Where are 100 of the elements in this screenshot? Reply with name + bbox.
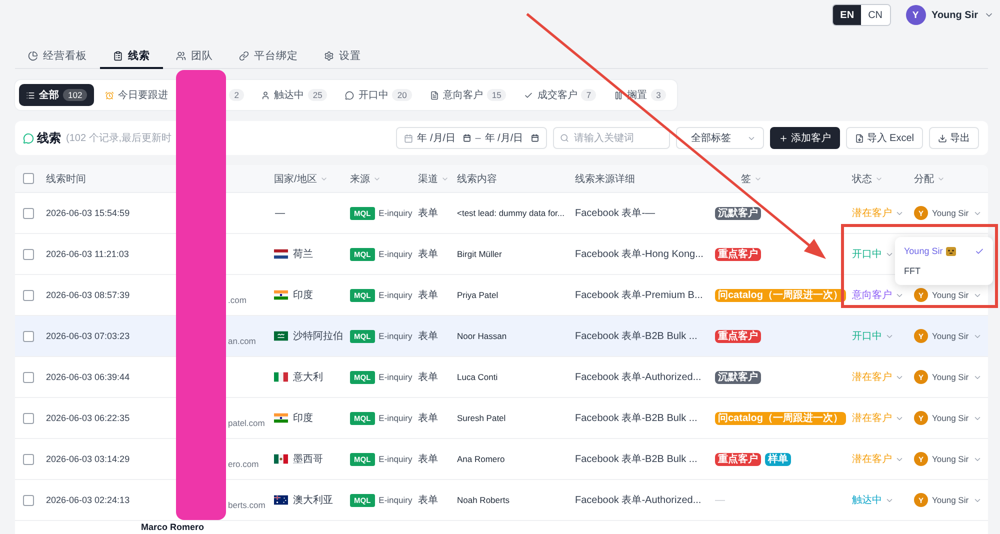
table-cell-text: <test lead: dummy data for... — [456, 208, 564, 218]
tag-select[interactable]: 全部标签 — [676, 127, 764, 149]
table-cell-text: 2026-06-03 07:03:23 — [45, 331, 130, 341]
action-button[interactable]: 导入 Excel — [846, 127, 923, 149]
search-icon — [560, 134, 569, 142]
table-cell-text: 表单 — [417, 412, 438, 425]
table-cell-text: Facebook 表单-B2B Bulk ... — [574, 330, 698, 343]
checkbox[interactable] — [23, 372, 34, 382]
chat-bubble-icon — [23, 132, 34, 144]
download-icon — [938, 134, 947, 142]
count-badge: 15 — [486, 89, 506, 101]
column-header[interactable]: 渠道 — [418, 172, 449, 186]
filter-tab[interactable]: 开口中 20 — [338, 84, 419, 106]
action-button[interactable]: 添加客户 — [770, 127, 840, 149]
table-cell-text: Facebook 表单-Authorized... — [574, 370, 702, 384]
plus-icon — [778, 134, 788, 142]
tag-badge: 重点客户 — [715, 330, 761, 342]
nav-tab[interactable]: 平台绑定 — [226, 44, 311, 69]
file-icon — [854, 134, 864, 142]
contact-name: Marco Romero — [140, 521, 204, 534]
country-name: 沙特阿拉伯 — [293, 330, 343, 343]
check-icon — [524, 90, 534, 100]
contact-email: patel.com — [228, 418, 265, 428]
date-input[interactable]: 年 /月/日 — [484, 132, 527, 144]
language-option[interactable]: EN — [833, 5, 862, 25]
search-field[interactable]: 请输入关键词 — [552, 127, 670, 149]
source-text: E-inquiry — [378, 249, 412, 259]
column-header[interactable]: 国家/地区 — [274, 172, 328, 186]
country-name: 墨西哥 — [293, 453, 323, 466]
tag-badge: 问catalog（一周跟进一次） — [715, 288, 846, 302]
table-cell-text: 2026-06-03 11:21:03 — [45, 249, 129, 259]
user-menu[interactable]: Y Young Sir — [906, 5, 994, 25]
filter-tab[interactable]: 全部 102 — [19, 84, 94, 106]
count-badge: 7 — [581, 89, 596, 101]
contact-email: ero.com — [228, 459, 259, 469]
table-cell-text: 2026-06-03 03:14:29 — [45, 454, 130, 464]
checkbox[interactable] — [23, 248, 34, 260]
filter-tab[interactable]: 触达中 25 — [254, 84, 334, 106]
checkbox[interactable] — [23, 412, 34, 424]
record-count-text: (102 个记录,最后更新时 — [66, 132, 172, 145]
nav-tab[interactable]: 经营看板 — [15, 44, 100, 69]
table-cell-text: 表单 — [417, 494, 438, 507]
checkbox[interactable] — [23, 290, 34, 300]
filter-tab[interactable]: 意向客户 15 — [422, 84, 514, 106]
contact-email: an.com — [228, 336, 256, 346]
table-cell-text: Ana Romero — [456, 454, 505, 464]
users-icon — [176, 50, 186, 60]
contact-email: .com — [228, 295, 246, 305]
status-dropdown[interactable]: 意向客户 — [852, 288, 904, 302]
column-header[interactable]: 签 — [741, 172, 762, 186]
tag-badge: 沉默客户 — [715, 206, 761, 220]
calendar-icon — [404, 134, 414, 142]
check-icon — [975, 246, 984, 256]
tag-badge: 样单 — [765, 452, 791, 466]
checkbox[interactable] — [23, 173, 34, 184]
user-icon — [260, 90, 270, 100]
column-header[interactable]: 分配 — [914, 172, 945, 186]
range-separator: – — [475, 132, 481, 144]
source-text: E-inquiry — [378, 290, 412, 300]
country-name: 意大利 — [293, 370, 323, 384]
menu-option[interactable]: Young Sir — [895, 241, 993, 261]
table-cell-text: 表单 — [417, 452, 438, 466]
country-name: 印度 — [293, 288, 313, 302]
country-name: 荷兰 — [293, 248, 313, 261]
pause-icon — [614, 90, 624, 100]
checkbox[interactable] — [23, 494, 34, 506]
action-button[interactable]: 导出 — [929, 127, 979, 149]
language-option[interactable]: CN — [861, 5, 890, 25]
date-range-field[interactable]: 年 /月/日 – 年 /月/日 — [396, 127, 547, 149]
source-text: E-inquiry — [378, 495, 412, 505]
menu-option[interactable]: FFT — [895, 261, 993, 281]
alarm-clock-icon — [105, 90, 114, 100]
nav-tab[interactable]: 设置 — [311, 44, 374, 69]
column-header[interactable]: 状态 — [852, 172, 883, 186]
table-cell-text: Birgit Müller — [456, 249, 502, 259]
empty-tag-text: — — [715, 494, 725, 506]
checkbox[interactable] — [23, 208, 34, 218]
count-badge: 3 — [651, 89, 666, 101]
chat-bubble-icon — [345, 90, 354, 100]
table-cell-text: Luca Conti — [456, 372, 498, 382]
checkbox[interactable] — [23, 454, 34, 464]
filter-tab[interactable]: 成交客户 7 — [517, 84, 604, 106]
country-name: — — [275, 208, 285, 218]
nav-tab[interactable]: 线索 — [100, 44, 163, 69]
country-name: 印度 — [293, 412, 313, 425]
date-input[interactable]: 年 /月/日 — [417, 132, 460, 144]
checkbox[interactable] — [23, 330, 34, 342]
calendar-icon — [463, 134, 472, 142]
table-cell-text: Facebook 表单-Hong Kong... — [574, 248, 704, 261]
column-header: 线索来源详细 — [575, 172, 635, 186]
table-cell-text: Facebook 表单-B2B Bulk ... — [574, 452, 698, 466]
avatar: Y — [906, 5, 926, 25]
table-cell-text: 表单 — [417, 330, 438, 343]
table-cell-text: Priya Patel — [456, 290, 498, 300]
clipboard-icon — [113, 50, 123, 60]
nav-tab[interactable]: 团队 — [163, 44, 226, 69]
source-text: E-inquiry — [378, 454, 412, 464]
filter-tab[interactable]: 今日要跟进 — [98, 84, 176, 106]
table-cell-text: 表单 — [417, 248, 438, 261]
column-header[interactable]: 来源 — [350, 172, 381, 186]
